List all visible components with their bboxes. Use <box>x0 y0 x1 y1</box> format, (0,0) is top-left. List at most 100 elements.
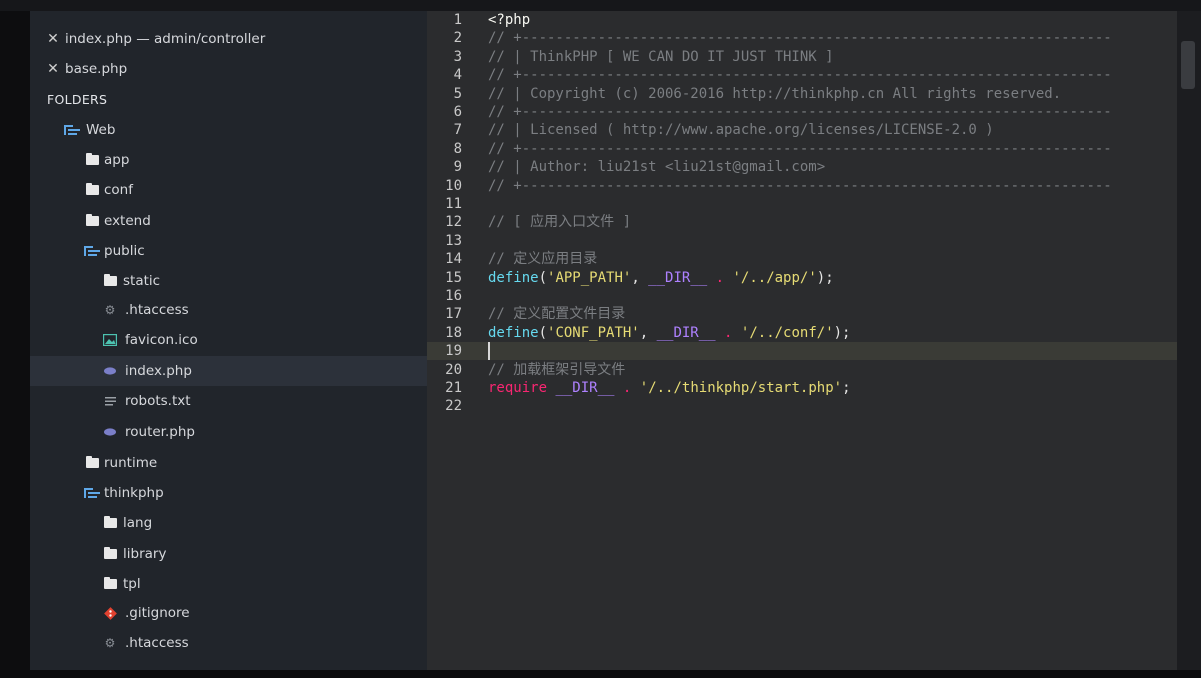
tree-item-label: robots.txt <box>125 393 191 409</box>
folder-icon <box>102 539 118 569</box>
tree-item-dot-htaccess[interactable]: ⚙ .htaccess <box>30 628 427 658</box>
folders-header-label: FOLDERS <box>47 92 108 107</box>
line-number: 3 <box>453 48 462 65</box>
code-token: __DIR__ <box>648 269 708 286</box>
tree-item-static[interactable]: static <box>30 266 427 296</box>
code-line[interactable]: 20 // 加载框架引导文件 <box>427 361 1177 379</box>
line-content: // | ThinkPHP [ WE CAN DO IT JUST THINK … <box>488 48 834 66</box>
tree-item-label: conf <box>104 182 133 198</box>
code-line[interactable]: 1 <?php <box>427 11 1177 29</box>
code-token: ); <box>833 324 851 341</box>
line-number: 6 <box>453 104 462 120</box>
tree-item-app[interactable]: app <box>30 145 427 175</box>
code-line[interactable]: 13 <box>427 232 1177 250</box>
tree-item-index-php[interactable]: index.php <box>30 356 427 386</box>
code-line[interactable]: 10 // +----------------------------------… <box>427 177 1177 195</box>
folder-icon <box>84 206 100 236</box>
tree-item-runtime[interactable]: runtime <box>30 448 427 478</box>
tree-item-public[interactable]: public <box>30 236 427 266</box>
line-number: 20 <box>445 361 462 378</box>
code-line[interactable]: 18 define('CONF_PATH', __DIR__ . '/../con… <box>427 324 1177 342</box>
code-token: // [ 应用入口文件 ] <box>488 214 632 231</box>
left-edge <box>0 11 30 678</box>
tree-item-extend[interactable]: extend <box>30 206 427 236</box>
code-line[interactable]: 7 // | Licensed ( http://www.apache.org/l… <box>427 121 1177 139</box>
line-content: <?php <box>488 11 530 29</box>
code-line[interactable]: 11 <box>427 195 1177 213</box>
folders-header: FOLDERS <box>30 85 427 115</box>
code-line[interactable]: 8 // +-----------------------------------… <box>427 140 1177 158</box>
code-line[interactable]: 14 // 定义应用目录 <box>427 250 1177 268</box>
code-line[interactable]: 5 // | Copyright (c) 2006-2016 http://thi… <box>427 85 1177 103</box>
line-content: // | Copyright (c) 2006-2016 http://thin… <box>488 85 1061 103</box>
line-content: // 定义应用目录 <box>488 250 597 268</box>
code-token: require <box>488 380 548 396</box>
code-token: // +------------------------------------… <box>488 104 1112 120</box>
tree-item-label: Web <box>86 122 116 138</box>
line-number: 4 <box>453 67 462 84</box>
open-folder-icon <box>84 236 100 266</box>
editor-scrollbar[interactable] <box>1177 11 1201 670</box>
line-content: // +------------------------------------… <box>488 140 1112 158</box>
tree-item-label: public <box>104 243 145 259</box>
tree-item-label: router.php <box>125 424 195 440</box>
code-line[interactable]: 15 define('APP_PATH', __DIR__ . '/../app/… <box>427 269 1177 287</box>
tree-item-lang[interactable]: lang <box>30 508 427 538</box>
line-number: 13 <box>445 232 462 249</box>
open-folder-icon <box>84 478 100 508</box>
code-line[interactable]: 6 // +-----------------------------------… <box>427 103 1177 121</box>
code-line[interactable]: 19 <box>427 342 1177 361</box>
line-number: 22 <box>445 398 462 415</box>
tree-item-favicon-ico[interactable]: favicon.ico <box>30 325 427 355</box>
tree-item-label: thinkphp <box>104 485 164 501</box>
code-line[interactable]: 9 // | Author: liu21st <liu21st@gmail.com… <box>427 158 1177 176</box>
code-line[interactable]: 3 // | ThinkPHP [ WE CAN DO IT JUST THINK… <box>427 48 1177 66</box>
tree-item-router-php[interactable]: router.php <box>30 417 427 447</box>
line-content: // [ 应用入口文件 ] <box>488 213 631 231</box>
bottom-edge <box>0 670 1201 678</box>
code-line[interactable]: 16 <box>427 287 1177 305</box>
code-token: // | Copyright (c) 2006-2016 http://thin… <box>488 85 1062 102</box>
code-line[interactable]: 2 // +-----------------------------------… <box>427 29 1177 47</box>
line-number: 18 <box>445 324 462 341</box>
tree-item-tpl[interactable]: tpl <box>30 569 427 599</box>
code-line[interactable]: 4 // +-----------------------------------… <box>427 66 1177 84</box>
code-token: '/../conf/' <box>740 324 834 341</box>
open-file-base-php[interactable]: ✕ base.php <box>30 54 427 84</box>
code-token: , <box>631 269 649 286</box>
scrollbar-thumb[interactable] <box>1181 41 1195 89</box>
line-number: 17 <box>445 306 462 323</box>
code-token: ( <box>538 269 548 286</box>
code-line[interactable]: 22 <box>427 397 1177 415</box>
line-content: // +------------------------------------… <box>488 66 1112 84</box>
tree-item-label: .htaccess <box>125 635 189 651</box>
window-top-bar <box>0 0 1201 11</box>
code-line[interactable]: 17 // 定义配置文件目录 <box>427 305 1177 323</box>
open-file-index-php[interactable]: ✕ index.php — admin/controller <box>30 24 427 54</box>
code-line[interactable]: 21 require __DIR__ . '/../thinkphp/start.… <box>427 379 1177 397</box>
tree-item-label: library <box>123 546 167 562</box>
php-file-icon <box>102 356 118 386</box>
line-number: 15 <box>445 269 462 286</box>
code-line[interactable]: 12 // [ 应用入口文件 ] <box>427 213 1177 231</box>
tree-item-thinkphp[interactable]: thinkphp <box>30 478 427 508</box>
close-icon[interactable]: ✕ <box>46 54 60 84</box>
code-token: '/../app/' <box>732 269 817 286</box>
code-editor[interactable]: 1 <?php 2 // +-----------------------------… <box>427 11 1177 670</box>
tree-item-conf[interactable]: conf <box>30 175 427 205</box>
tree-item-dot-gitignore[interactable]: .gitignore <box>30 598 427 628</box>
line-content: // +------------------------------------… <box>488 29 1112 47</box>
line-number: 12 <box>445 214 462 231</box>
tree-item-library[interactable]: library <box>30 539 427 569</box>
tree-item-dot-htaccess[interactable]: ⚙ .htaccess <box>30 295 427 325</box>
code-token: // | ThinkPHP [ WE CAN DO IT JUST THINK … <box>488 48 834 65</box>
tree-item-Web[interactable]: Web <box>30 115 427 145</box>
line-number: 9 <box>453 159 462 176</box>
close-icon[interactable]: ✕ <box>46 24 60 54</box>
code-token: . <box>614 380 640 396</box>
code-token: define <box>488 324 539 341</box>
folder-icon <box>84 448 100 478</box>
tree-item-label: lang <box>123 515 153 531</box>
folder-icon <box>102 266 118 296</box>
tree-item-robots-txt[interactable]: robots.txt <box>30 386 427 416</box>
